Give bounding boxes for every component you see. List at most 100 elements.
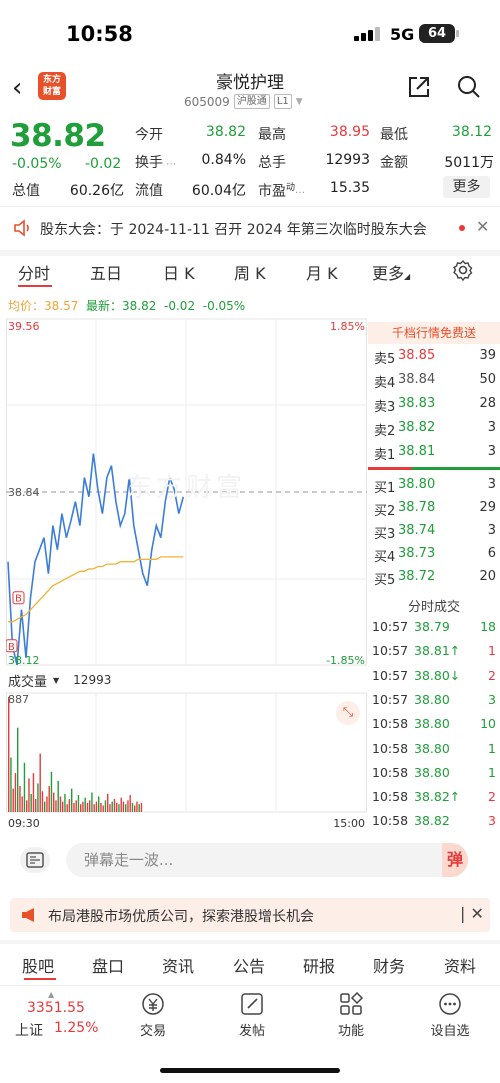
stock-code: 605009 (184, 94, 230, 109)
ask-row[interactable]: 卖5 38.85 39 (374, 348, 496, 370)
volume-bar (50, 771, 53, 812)
status-time: 10:58 (66, 22, 133, 46)
amount-value: 5011万 (444, 155, 494, 171)
trade-volume: 18 (480, 619, 496, 634)
nav-functions[interactable]: 功能 (321, 1020, 381, 1039)
share-icon[interactable] (406, 74, 432, 100)
volume-bar (118, 804, 120, 812)
nav-post[interactable]: 发帖 (222, 1020, 282, 1039)
tab-pankou[interactable]: 盘口 (92, 953, 124, 977)
pe-value: 15.35 (329, 180, 370, 196)
stock-code-line[interactable]: 605009 沪股通 L1 ▼ (184, 94, 303, 109)
tab-monthly-k[interactable]: 月 K (306, 260, 338, 284)
ask-row[interactable]: 卖4 38.84 50 (374, 372, 496, 394)
mktcap-label: 总值 (12, 183, 40, 199)
volume-bar (107, 793, 109, 812)
trade-volume: 2 (488, 667, 496, 683)
trade-row: 10:57 38.81↑ 1 (372, 643, 496, 665)
close-icon[interactable]: | ✕ (460, 904, 484, 923)
level-price: 38.80 (398, 477, 436, 492)
pe-label[interactable]: 市盈动⋯ (258, 180, 305, 201)
tab-finance[interactable]: 财务 (373, 953, 405, 977)
volume-bar (109, 804, 111, 812)
trades-title[interactable]: 分时成交 (368, 596, 500, 615)
change-percent: -0.05% (12, 156, 62, 172)
tab-news[interactable]: 资讯 (162, 953, 194, 977)
volume-bar (26, 800, 28, 812)
level-volume: 3 (487, 523, 496, 538)
bid-row[interactable]: 买5 38.72 20 (374, 569, 496, 591)
volume-bar (131, 802, 134, 812)
more-dots-icon[interactable] (437, 991, 463, 1017)
level-label: 卖3 (374, 400, 396, 415)
nav-trade[interactable]: 交易 (123, 1020, 183, 1039)
volume-bar (102, 805, 104, 812)
post-icon[interactable] (239, 991, 265, 1017)
tab-daily-k[interactable]: 日 K (163, 260, 195, 284)
trade-row: 10:58 38.80 1 (372, 765, 496, 787)
volume-bar (66, 804, 68, 812)
level-volume: 39 (479, 348, 496, 363)
tab-weekly-k[interactable]: 周 K (234, 260, 266, 284)
bid-row[interactable]: 买3 38.74 3 (374, 523, 496, 545)
tab-profile[interactable]: 资料 (444, 953, 476, 977)
tab-guba[interactable]: 股吧 (22, 953, 54, 977)
danmu-input[interactable]: 弹幕走一波... (66, 843, 468, 877)
close-icon[interactable]: ✕ (476, 217, 489, 236)
orderbook-banner[interactable]: 千档行情免费送 (368, 322, 500, 344)
turnover-label[interactable]: 换手 ⋯ (135, 152, 176, 172)
trade-time: 10:58 (372, 789, 409, 805)
bid-row[interactable]: 买2 38.78 29 (374, 500, 496, 522)
bid-row[interactable]: 买4 38.73 6 (374, 546, 496, 568)
level-price: 38.78 (398, 500, 436, 515)
search-icon[interactable] (456, 74, 482, 100)
danmu-send-button[interactable]: 弹 (442, 843, 468, 877)
intraday-chart[interactable]: BB 39.56 1.85% 38.84 38.12 -1.85% 东方财富 成… (6, 317, 367, 830)
ask-row[interactable]: 卖3 38.83 28 (374, 396, 496, 418)
tab-research[interactable]: 研报 (303, 953, 335, 977)
index-name[interactable]: 上证 (15, 1020, 43, 1040)
more-button[interactable]: 更多 (443, 176, 490, 198)
chevron-down-icon: ▼ (295, 96, 303, 107)
bid-row[interactable]: 买1 38.80 3 (374, 477, 496, 499)
level-volume: 50 (479, 372, 496, 387)
tab-intraday[interactable]: 分时 (18, 260, 50, 284)
tab-more[interactable]: 更多◢ (372, 260, 410, 284)
ask-row[interactable]: 卖2 38.82 3 (374, 420, 496, 442)
price-axis-mid: 38.84 (8, 486, 40, 499)
danmu-toggle-icon[interactable] (20, 847, 50, 873)
ask-row[interactable]: 卖1 38.81 3 (374, 444, 496, 466)
volume-bar (127, 800, 129, 812)
volume-bar (17, 727, 19, 812)
trade-time: 10:58 (372, 740, 409, 756)
volume-bar (57, 780, 59, 812)
trade-time: 10:57 (372, 643, 409, 659)
level-label: 买5 (374, 573, 396, 588)
volume-bar (53, 792, 55, 812)
tab-5day[interactable]: 五日 (90, 260, 122, 284)
volume-bar (55, 800, 57, 812)
trade-icon[interactable] (140, 991, 166, 1017)
level-label: 买3 (374, 527, 396, 542)
divider (0, 206, 500, 207)
tab-announcements[interactable]: 公告 (233, 953, 265, 977)
level-label: 买4 (374, 550, 396, 565)
index-value[interactable]: 3351.55 (27, 1000, 85, 1016)
volume-bar (140, 802, 143, 812)
functions-icon[interactable] (338, 991, 364, 1017)
volume-bar (35, 799, 37, 812)
volume-bar (129, 795, 131, 812)
watermark: 东方财富 (126, 473, 247, 503)
nav-add-watchlist[interactable]: 设自选 (420, 1020, 480, 1039)
level-volume: 6 (487, 546, 496, 561)
expand-icon[interactable]: ⤡ (336, 701, 360, 725)
volume-indicator-select[interactable]: 成交量 ▼ 12993 (8, 669, 111, 691)
volume-bar (82, 801, 84, 812)
level-price: 38.72 (398, 569, 436, 584)
index-percent[interactable]: 1.25% (54, 1020, 98, 1036)
trade-volume: 10 (480, 716, 496, 732)
gear-icon[interactable] (452, 259, 474, 282)
speaker-icon (12, 218, 32, 238)
volume-bar (86, 802, 89, 812)
home-indicator (160, 1068, 340, 1073)
